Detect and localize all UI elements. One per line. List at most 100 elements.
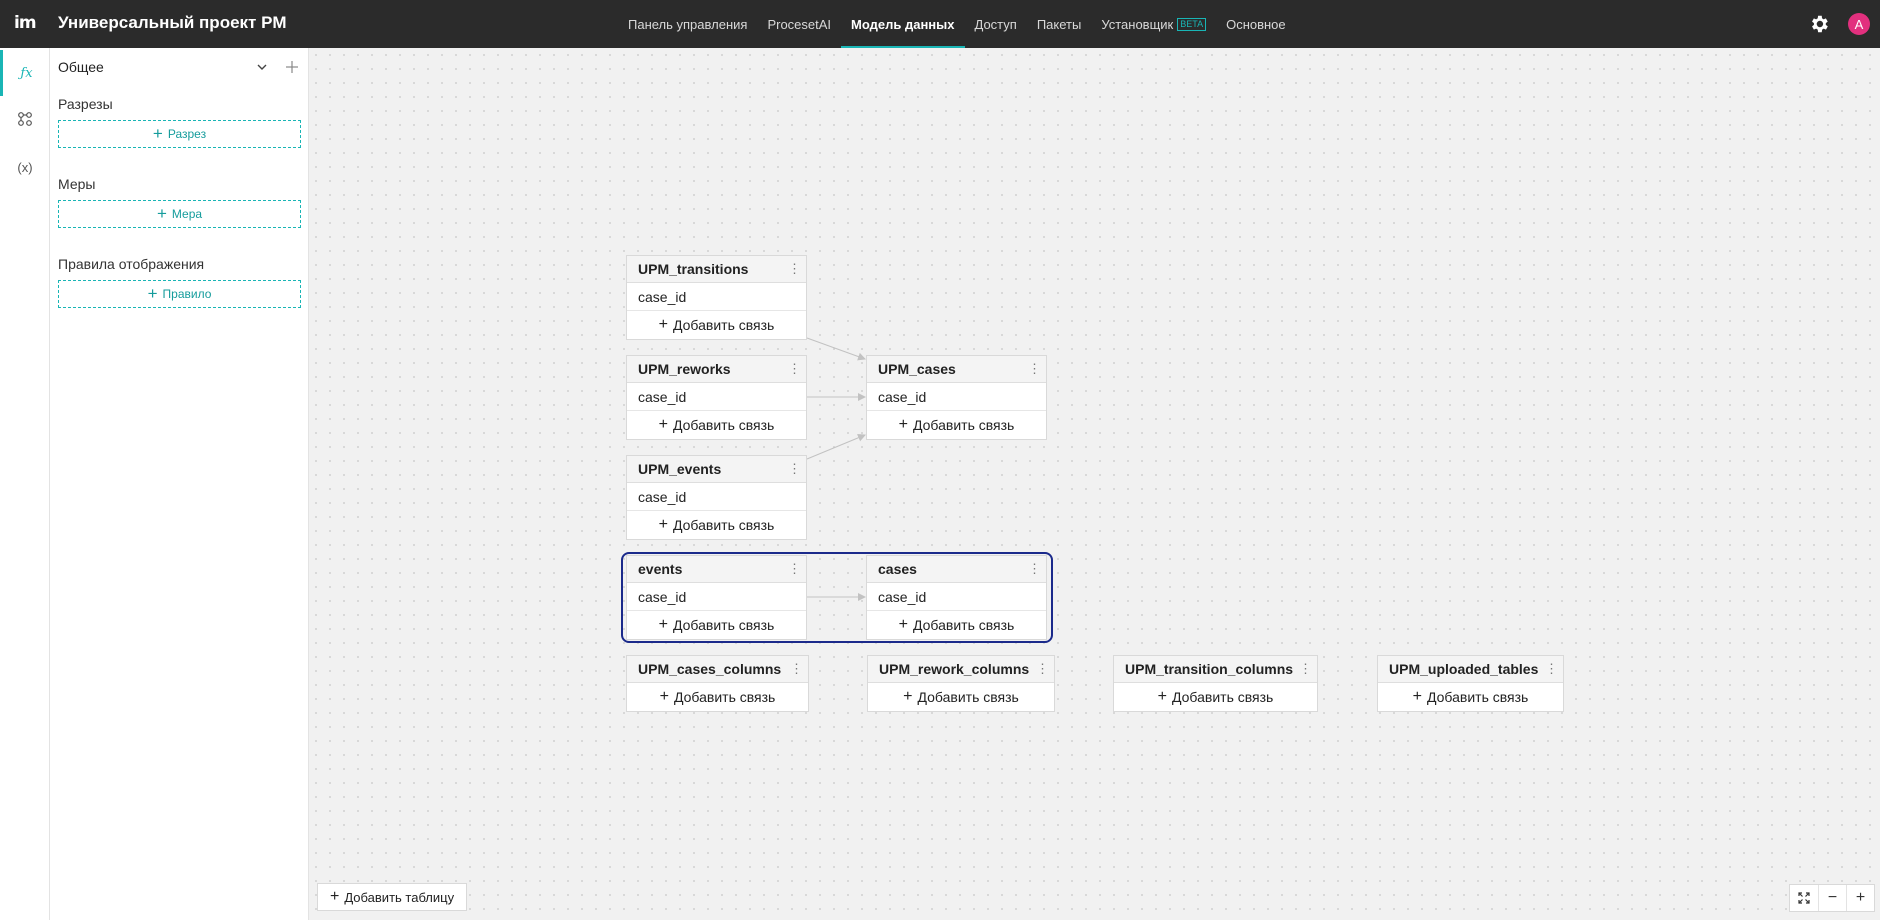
plus-icon: +	[330, 888, 340, 905]
table-node[interactable]: UPM_events ⋮ case_id + Добавить связь	[626, 455, 807, 540]
nav-packages[interactable]: Пакеты	[1027, 0, 1092, 48]
icon-rail: ƒx (x)	[0, 48, 50, 920]
zoom-controls: − +	[1789, 884, 1875, 912]
table-field[interactable]: case_id	[627, 483, 806, 511]
table-field[interactable]: case_id	[867, 383, 1046, 411]
more-vert-icon[interactable]: ⋮	[788, 362, 801, 375]
table-field[interactable]: case_id	[627, 283, 806, 311]
plus-icon: +	[156, 204, 167, 223]
top-bar: im Универсальный проект PM Панель управл…	[0, 0, 1880, 48]
table-field[interactable]: case_id	[627, 583, 806, 611]
table-node[interactable]: UPM_reworks ⋮ case_id + Добавить связь	[626, 355, 807, 440]
add-link-button[interactable]: + Добавить связь	[1378, 683, 1563, 711]
plus-icon: +	[658, 516, 668, 533]
relation-edge	[806, 433, 866, 460]
add-link-button[interactable]: + Добавить связь	[868, 683, 1054, 711]
add-slice-button[interactable]: + Разрез	[58, 120, 301, 148]
table-node[interactable]: UPM_cases ⋮ case_id + Добавить связь	[866, 355, 1047, 440]
more-vert-icon[interactable]: ⋮	[790, 662, 803, 675]
table-header: UPM_transitions ⋮	[627, 256, 806, 283]
table-title: events	[638, 561, 683, 577]
more-vert-icon[interactable]: ⋮	[788, 262, 801, 275]
plus-icon[interactable]	[283, 58, 301, 76]
table-node[interactable]: UPM_cases_columns ⋮ + Добавить связь	[626, 655, 809, 712]
add-link-button[interactable]: + Добавить связь	[627, 411, 806, 439]
table-header: UPM_cases_columns ⋮	[627, 656, 808, 683]
fx-icon[interactable]: ƒx	[0, 50, 50, 96]
avatar[interactable]: A	[1848, 13, 1870, 35]
chevron-down-icon[interactable]	[253, 58, 271, 76]
add-link-button[interactable]: + Добавить связь	[1114, 683, 1317, 711]
table-title: UPM_cases_columns	[638, 661, 782, 677]
plus-icon: +	[1157, 688, 1167, 705]
more-vert-icon[interactable]: ⋮	[1028, 562, 1041, 575]
more-vert-icon[interactable]: ⋮	[1545, 662, 1558, 675]
add-table-button[interactable]: + Добавить таблицу	[317, 883, 468, 911]
nav-label: Основное	[1226, 16, 1286, 32]
add-link-button[interactable]: + Добавить связь	[627, 683, 808, 711]
table-field[interactable]: case_id	[627, 383, 806, 411]
variable-icon[interactable]: (x)	[0, 144, 50, 190]
add-rule-button[interactable]: + Правило	[58, 280, 301, 308]
add-link-button[interactable]: + Добавить связь	[867, 411, 1046, 439]
nav-label: Панель управления	[628, 16, 748, 32]
project-title: Универсальный проект PM	[58, 13, 287, 32]
table-node[interactable]: cases ⋮ case_id + Добавить связь	[866, 555, 1047, 640]
table-title: cases	[878, 561, 917, 577]
nav-label: ProcesetAI	[767, 16, 832, 32]
add-link-label: Добавить связь	[1427, 689, 1529, 705]
plus-icon: +	[658, 316, 668, 333]
table-node[interactable]: UPM_transition_columns ⋮ + Добавить связь	[1113, 655, 1318, 712]
button-label: Разрез	[167, 127, 207, 141]
zoom-in-icon[interactable]: +	[1846, 885, 1874, 911]
table-title: UPM_cases	[878, 361, 956, 377]
table-field[interactable]: case_id	[867, 583, 1046, 611]
gear-icon[interactable]	[1808, 13, 1830, 35]
add-link-button[interactable]: + Добавить связь	[627, 311, 806, 339]
nav-data-model[interactable]: Модель данных	[841, 0, 965, 48]
table-header: UPM_cases ⋮	[867, 356, 1046, 383]
plus-icon: +	[658, 616, 668, 633]
add-measure-button[interactable]: + Мера	[58, 200, 301, 228]
table-node[interactable]: UPM_rework_columns ⋮ + Добавить связь	[867, 655, 1055, 712]
side-panel: Общее Разрезы + Разрез Меры + Мера Правила…	[50, 48, 309, 920]
add-link-label: Добавить связь	[673, 417, 775, 433]
model-canvas[interactable]: UPM_transitions ⋮ case_id + Добавить связь…	[309, 48, 1880, 920]
more-vert-icon[interactable]: ⋮	[1028, 362, 1041, 375]
add-link-label: Добавить связь	[1172, 689, 1274, 705]
nav-procesetai[interactable]: ProcesetAI	[757, 0, 841, 48]
section-label-slices: Разрезы	[58, 96, 113, 112]
add-table-label: Добавить таблицу	[344, 889, 455, 905]
model-graph-icon[interactable]	[0, 96, 50, 142]
table-header: cases ⋮	[867, 556, 1046, 583]
nav-dashboard[interactable]: Панель управления	[618, 0, 757, 48]
add-link-label: Добавить связь	[673, 517, 775, 533]
table-title: UPM_reworks	[638, 361, 731, 377]
button-label: Правило	[162, 287, 212, 301]
more-vert-icon[interactable]: ⋮	[1036, 662, 1049, 675]
more-vert-icon[interactable]: ⋮	[788, 562, 801, 575]
nav-installer[interactable]: Установщик BETA	[1091, 0, 1216, 48]
add-link-button[interactable]: + Добавить связь	[627, 611, 806, 639]
more-vert-icon[interactable]: ⋮	[788, 462, 801, 475]
add-link-button[interactable]: + Добавить связь	[867, 611, 1046, 639]
plus-icon: +	[898, 616, 908, 633]
table-node[interactable]: events ⋮ case_id + Добавить связь	[626, 555, 807, 640]
add-link-label: Добавить связь	[913, 617, 1015, 633]
more-vert-icon[interactable]: ⋮	[1299, 662, 1312, 675]
nav-general[interactable]: Основное	[1216, 0, 1296, 48]
fit-screen-icon[interactable]	[1790, 885, 1818, 911]
nav-label: Установщик	[1101, 16, 1174, 32]
main-nav: Панель управления ProcesetAI Модель данн…	[618, 0, 1296, 48]
table-node[interactable]: UPM_uploaded_tables ⋮ + Добавить связь	[1377, 655, 1564, 712]
table-header: UPM_uploaded_tables ⋮	[1378, 656, 1563, 683]
app-logo[interactable]: im	[14, 13, 37, 33]
table-header: UPM_transition_columns ⋮	[1114, 656, 1317, 683]
zoom-out-icon[interactable]: −	[1818, 885, 1846, 911]
add-link-button[interactable]: + Добавить связь	[627, 511, 806, 539]
table-node[interactable]: UPM_transitions ⋮ case_id + Добавить связь	[626, 255, 807, 340]
plus-icon: +	[1412, 688, 1422, 705]
table-header: UPM_rework_columns ⋮	[868, 656, 1054, 683]
add-link-label: Добавить связь	[674, 689, 776, 705]
nav-access[interactable]: Доступ	[965, 0, 1027, 48]
